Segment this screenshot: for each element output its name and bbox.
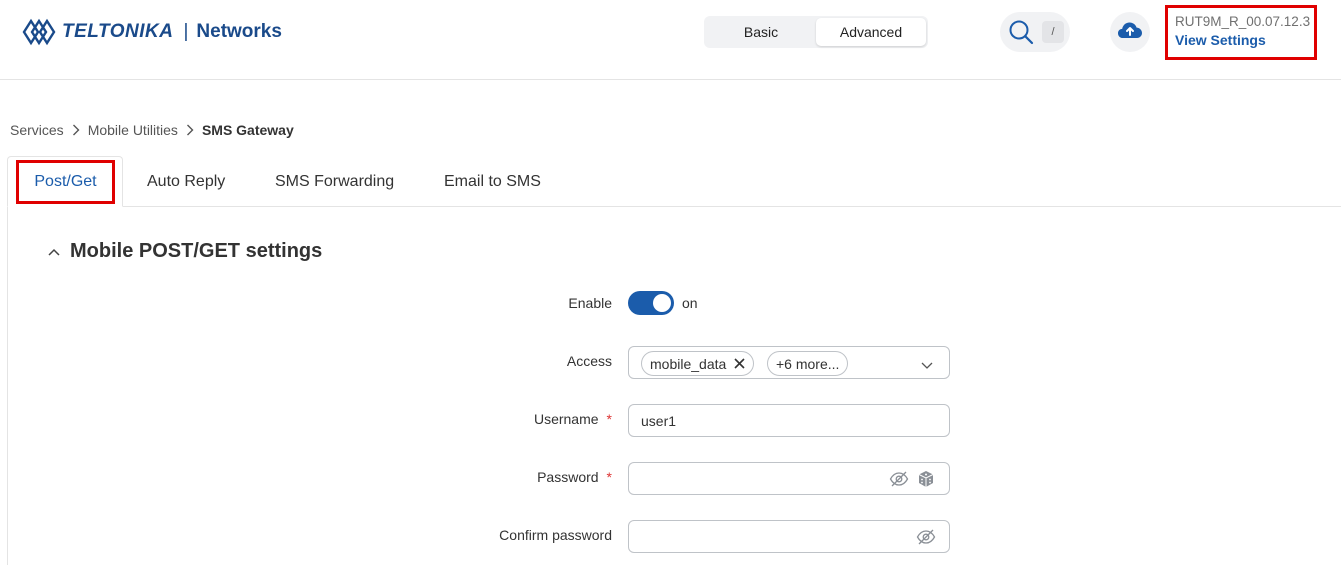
close-icon[interactable] xyxy=(734,358,745,369)
username-label-text: Username xyxy=(533,411,599,427)
enable-toggle[interactable] xyxy=(628,291,674,315)
breadcrumb-mobile-utilities[interactable]: Mobile Utilities xyxy=(88,122,178,138)
tab-auto-reply[interactable]: Auto Reply xyxy=(147,156,225,207)
device-info-box: RUT9M_R_00.07.12.3 View Settings xyxy=(1165,5,1317,60)
search-shortcut-key: / xyxy=(1042,21,1064,43)
more-chip-label: +6 more... xyxy=(776,355,840,372)
access-label-text: Access xyxy=(566,353,612,369)
section-header[interactable]: Mobile POST/GET settings xyxy=(48,240,322,263)
password-field[interactable] xyxy=(628,462,950,495)
view-settings-link[interactable]: View Settings xyxy=(1175,31,1314,50)
username-field[interactable] xyxy=(628,404,950,437)
confirm-password-field[interactable] xyxy=(628,520,950,553)
logo-networks: Networks xyxy=(196,21,282,42)
password-input[interactable] xyxy=(641,470,881,488)
chevron-down-icon xyxy=(921,357,933,369)
mode-basic-button[interactable]: Basic xyxy=(706,18,816,46)
required-mark: * xyxy=(606,411,612,427)
confirm-password-label: Confirm password xyxy=(499,525,612,545)
top-header: TELTONIKA | Networks Basic Advanced / RU… xyxy=(0,0,1341,80)
teltonika-logo[interactable]: TELTONIKA | Networks xyxy=(22,16,282,48)
confirm-password-input[interactable] xyxy=(641,528,881,546)
logo-wordmark: TELTONIKA xyxy=(62,21,174,42)
chevron-up-icon xyxy=(48,246,60,258)
username-input[interactable] xyxy=(641,412,881,430)
search-button[interactable]: / xyxy=(1000,12,1070,52)
password-label: Password * xyxy=(537,467,612,487)
chevron-right-icon xyxy=(72,124,80,136)
mode-advanced-button[interactable]: Advanced xyxy=(816,18,926,46)
eye-off-icon[interactable] xyxy=(916,528,936,546)
password-label-text: Password xyxy=(537,469,599,485)
cloud-upload-icon xyxy=(1117,20,1143,45)
section-title: Mobile POST/GET settings xyxy=(70,240,323,262)
tab-email-to-sms[interactable]: Email to SMS xyxy=(444,156,541,207)
access-more-chip[interactable]: +6 more... xyxy=(767,351,849,376)
logo-separator: | xyxy=(183,21,189,42)
breadcrumb-sms-gateway: SMS Gateway xyxy=(201,122,294,138)
access-label: Access xyxy=(567,351,612,371)
mode-switch: Basic Advanced xyxy=(704,16,928,48)
access-chip-mobile-data: mobile_data xyxy=(641,351,755,376)
search-icon xyxy=(1006,17,1036,47)
cloud-upload-button[interactable] xyxy=(1110,12,1150,52)
device-firmware-name: RUT9M_R_00.07.12.3 xyxy=(1175,14,1311,29)
toggle-knob xyxy=(653,294,671,312)
tab-bar: Post/Get Auto Reply SMS Forwarding Email… xyxy=(7,156,1341,207)
chevron-right-icon xyxy=(186,124,194,136)
tab-sms-forwarding[interactable]: SMS Forwarding xyxy=(275,156,394,207)
breadcrumb: Services Mobile Utilities SMS Gateway xyxy=(10,122,294,138)
dice-icon[interactable] xyxy=(916,470,936,488)
enable-state-text: on xyxy=(682,295,698,311)
username-label: Username * xyxy=(534,409,612,429)
teltonika-logo-icon xyxy=(22,17,58,47)
tab-post-get-label: Post/Get xyxy=(16,160,115,204)
access-select[interactable]: mobile_data +6 more... xyxy=(628,346,950,379)
enable-label: Enable xyxy=(568,293,612,313)
breadcrumb-services[interactable]: Services xyxy=(10,122,64,138)
confirm-password-label-text: Confirm password xyxy=(499,527,612,543)
required-mark: * xyxy=(606,469,612,485)
chip-label: mobile_data xyxy=(650,355,727,372)
eye-off-icon[interactable] xyxy=(889,470,909,488)
tab-post-get[interactable]: Post/Get xyxy=(7,156,123,207)
enable-label-text: Enable xyxy=(568,295,612,311)
